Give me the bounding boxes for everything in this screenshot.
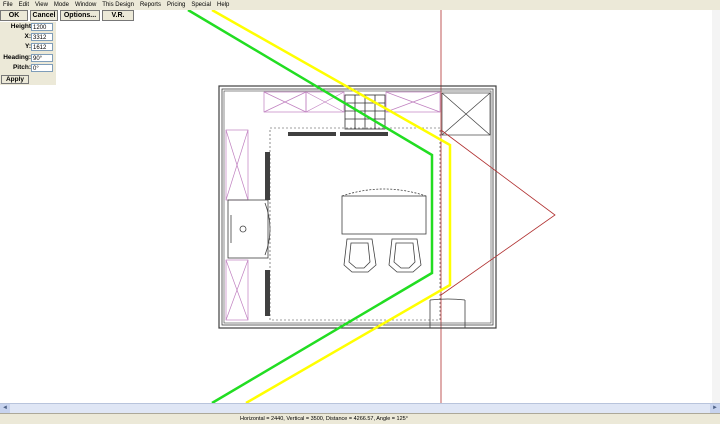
- menu-bar: File Edit View Mode Window This Design R…: [0, 0, 720, 10]
- camera-settings-panel: Height 1200 X: 3312 Y: 1612 Heading: 90°…: [0, 22, 56, 85]
- heading-row: Heading: 90°: [0, 53, 56, 63]
- island: [341, 188, 427, 235]
- height-input[interactable]: 1200: [31, 23, 53, 31]
- menu-mode[interactable]: Mode: [51, 0, 72, 10]
- heading-label: Heading:: [3, 54, 31, 61]
- x-row: X: 3312: [0, 32, 56, 42]
- pitch-label: Pitch:: [12, 64, 31, 71]
- view-frustum-yellow: [211, 8, 452, 405]
- menu-pricing[interactable]: Pricing: [164, 0, 188, 10]
- menu-edit[interactable]: Edit: [16, 0, 32, 10]
- menu-special[interactable]: Special: [188, 0, 214, 10]
- height-row: Height 1200: [0, 22, 56, 32]
- ok-button[interactable]: OK: [0, 10, 28, 21]
- menu-view[interactable]: View: [32, 0, 51, 10]
- camera-toolbar: OK Cancel Options... V.R.: [0, 10, 134, 22]
- height-label: Height: [10, 23, 31, 30]
- corner-unit: [441, 92, 491, 136]
- status-bar: Horizontal = 2440, Vertical = 3500, Dist…: [0, 413, 720, 424]
- camera-view-triangle: [440, 129, 556, 296]
- vertical-scrollbar[interactable]: [712, 10, 720, 403]
- menu-this-design[interactable]: This Design: [99, 0, 137, 10]
- y-input[interactable]: 1612: [31, 43, 53, 51]
- menu-reports[interactable]: Reports: [137, 0, 164, 10]
- appliance-bars: [265, 132, 388, 316]
- menu-file[interactable]: File: [0, 0, 16, 10]
- heading-input[interactable]: 90°: [31, 54, 53, 62]
- left-cabinets: [225, 129, 249, 321]
- y-row: Y: 1612: [0, 42, 56, 52]
- vr-button[interactable]: V.R.: [102, 10, 134, 21]
- apply-button[interactable]: Apply: [1, 75, 29, 84]
- pitch-input[interactable]: 0°: [31, 64, 53, 72]
- measurement-status: Horizontal = 2440, Vertical = 3500, Dist…: [240, 416, 408, 422]
- pitch-row: Pitch: 0°: [0, 63, 56, 73]
- sink: [227, 199, 271, 259]
- scroll-right-arrow-icon[interactable]: ►: [710, 404, 720, 413]
- view-frustum-green: [187, 8, 434, 405]
- room-walls: [218, 85, 497, 329]
- horizontal-scrollbar[interactable]: ◄ ►: [0, 403, 720, 413]
- menu-window[interactable]: Window: [72, 0, 99, 10]
- cancel-button[interactable]: Cancel: [30, 10, 58, 21]
- door: [429, 298, 466, 328]
- design-canvas[interactable]: [0, 0, 720, 424]
- x-input[interactable]: 3312: [31, 33, 53, 41]
- scroll-left-arrow-icon[interactable]: ◄: [0, 404, 10, 413]
- options-button[interactable]: Options...: [60, 10, 100, 21]
- menu-help[interactable]: Help: [214, 0, 232, 10]
- bar-stools: [343, 238, 422, 273]
